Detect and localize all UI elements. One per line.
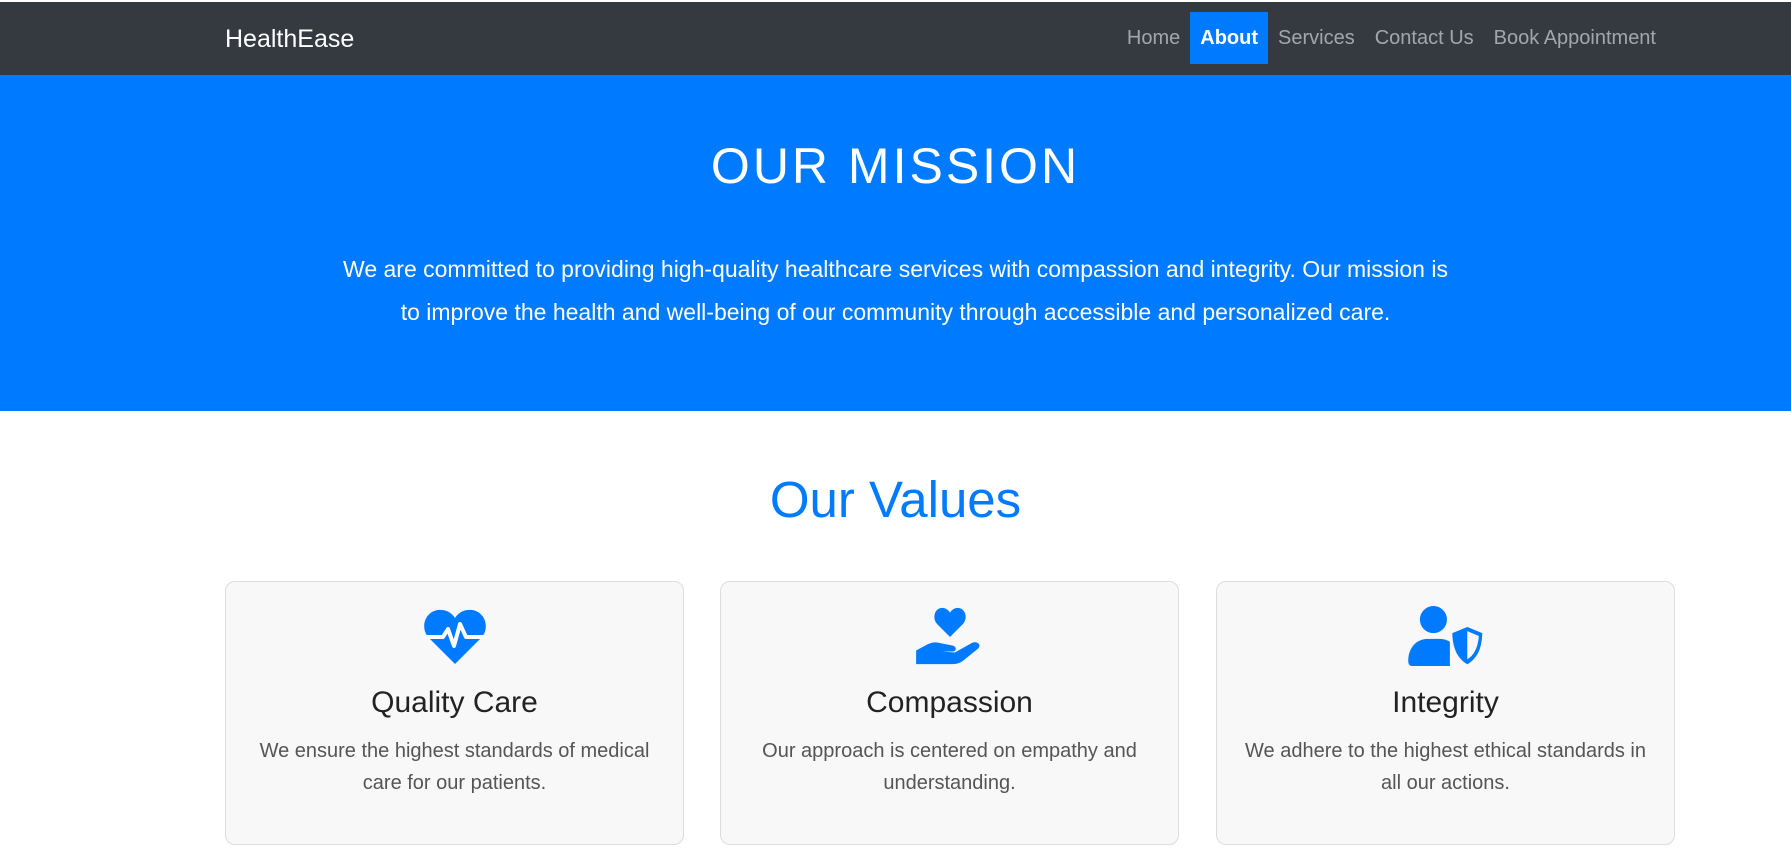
nav-book-appointment[interactable]: Book Appointment (1484, 12, 1666, 64)
value-card-quality-care: Quality Care We ensure the highest stand… (225, 581, 684, 845)
nav-home[interactable]: Home (1117, 12, 1190, 64)
mission-text: We are committed to providing high-quali… (343, 256, 1448, 325)
value-text: We adhere to the highest ethical standar… (1245, 740, 1646, 794)
user-shield-icon (1217, 606, 1674, 666)
value-text: Our approach is centered on empathy and … (762, 740, 1137, 794)
nav-links: Home About Services Contact Us Book Appo… (1117, 12, 1666, 64)
value-card-integrity: Integrity We adhere to the highest ethic… (1216, 581, 1675, 845)
nav-services[interactable]: Services (1268, 12, 1365, 64)
value-text: We ensure the highest standards of medic… (259, 740, 650, 794)
value-card-compassion: Compassion Our approach is centered on e… (720, 581, 1179, 845)
hand-holding-heart-icon (721, 606, 1178, 666)
brand-logo[interactable]: HealthEase (225, 24, 354, 54)
value-title: Integrity (1392, 686, 1499, 719)
mission-title: OUR MISSION (710, 138, 1081, 194)
value-title: Compassion (866, 686, 1033, 719)
navbar: HealthEase Home About Services Contact U… (0, 2, 1791, 75)
nav-about[interactable]: About (1190, 12, 1269, 64)
heartbeat-icon (226, 606, 683, 666)
value-title: Quality Care (371, 686, 538, 719)
mission-hero: OUR MISSION We are committed to providin… (0, 75, 1791, 411)
values-title: Our Values (769, 471, 1022, 528)
nav-contact-us[interactable]: Contact Us (1365, 12, 1484, 64)
